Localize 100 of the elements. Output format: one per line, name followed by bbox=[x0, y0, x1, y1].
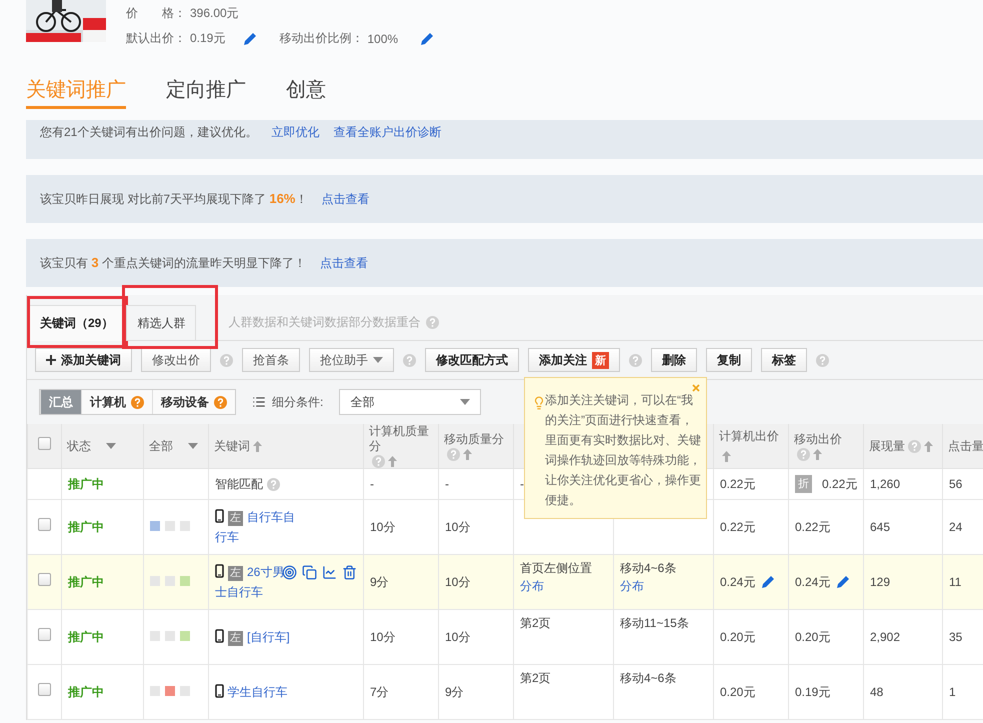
toolbar-button[interactable]: 标签 bbox=[761, 348, 807, 372]
tooltip-text: 添加关注关键词，可以在“我的关注”页面进行快速查看，里面更有实时数据比对、关键词操作轨迹回放等特殊功能，让你关注优化更省心，操作更便捷。 bbox=[545, 393, 701, 507]
segment-tab[interactable]: 移动设备 bbox=[152, 390, 235, 414]
help-icon[interactable] bbox=[403, 354, 416, 366]
clicks-value: 35 bbox=[949, 630, 962, 644]
caret-icon bbox=[188, 443, 198, 450]
impressions-value: 1,260 bbox=[870, 477, 900, 492]
toolbar-button[interactable]: 修改匹配方式 bbox=[425, 348, 519, 372]
checkbox[interactable] bbox=[38, 518, 51, 532]
plus-icon bbox=[46, 355, 56, 365]
keyword-link[interactable]: 左 [自行车] bbox=[215, 627, 295, 648]
pencil-icon[interactable] bbox=[243, 32, 258, 46]
help-icon[interactable] bbox=[214, 396, 227, 408]
toolbar-button[interactable]: 修改出价 bbox=[141, 348, 211, 372]
column-header: 展现量 bbox=[869, 438, 905, 456]
mobile-ratio-value: 100% bbox=[367, 32, 398, 46]
status-text: 推广中 bbox=[68, 685, 104, 700]
help-icon[interactable] bbox=[908, 440, 921, 453]
sort-arrow-icon[interactable] bbox=[813, 448, 822, 460]
help-icon[interactable] bbox=[426, 316, 440, 329]
rank-text: - bbox=[520, 476, 524, 494]
keyword-text: 智能匹配 bbox=[215, 476, 263, 494]
rank-text: 移动4~6条 bbox=[620, 560, 676, 578]
checkbox[interactable] bbox=[38, 573, 51, 586]
lightbulb-icon bbox=[532, 396, 546, 410]
toolbar-button[interactable]: 删除 bbox=[651, 348, 697, 372]
help-icon[interactable] bbox=[131, 396, 144, 408]
main-tab[interactable]: 定向推广 bbox=[166, 76, 246, 109]
close-icon[interactable] bbox=[692, 384, 700, 392]
help-icon[interactable] bbox=[629, 354, 642, 366]
add-keyword-button[interactable]: 添加关键词 bbox=[35, 348, 132, 372]
condition-label: 细分条件: bbox=[272, 394, 324, 410]
price-label: 价 格： bbox=[126, 5, 186, 22]
help-icon[interactable] bbox=[220, 354, 233, 366]
sort-arrow-icon[interactable] bbox=[253, 441, 262, 452]
position-badge: 左 bbox=[228, 511, 243, 526]
quality-score: 9分 bbox=[445, 685, 464, 700]
sort-arrow-icon[interactable] bbox=[388, 456, 397, 468]
pencil-icon[interactable] bbox=[761, 575, 776, 590]
phone-icon bbox=[215, 629, 224, 644]
segment-tab[interactable]: 计算机 bbox=[81, 390, 152, 414]
help-icon[interactable] bbox=[816, 354, 829, 366]
status-text: 推广中 bbox=[68, 630, 104, 644]
checkbox[interactable] bbox=[38, 628, 51, 642]
distribution-link[interactable]: 分布 bbox=[620, 579, 644, 594]
price-value: 396.00元 bbox=[190, 5, 239, 22]
status-text: 推广中 bbox=[68, 477, 104, 492]
sort-arrow-icon[interactable] bbox=[463, 448, 472, 460]
trash-icon[interactable] bbox=[342, 565, 357, 580]
caret-icon bbox=[460, 399, 470, 405]
bid-value: 0.22元 bbox=[822, 476, 858, 494]
column-header: 状态 bbox=[67, 438, 91, 456]
rank-text: 移动4~6条 bbox=[620, 670, 676, 688]
column-header: 计算机出价 bbox=[719, 429, 779, 444]
caret-icon bbox=[373, 357, 383, 363]
dropdown-button[interactable]: 抢位助手 bbox=[309, 348, 394, 372]
sub-tab[interactable]: 精选人群 bbox=[126, 305, 196, 341]
pencil-icon[interactable] bbox=[836, 575, 850, 590]
bid-value: 0.20元 bbox=[720, 629, 756, 646]
sub-tab[interactable]: 关键词（29） bbox=[29, 305, 124, 341]
keyword-link[interactable]: 学生自行车 bbox=[215, 682, 295, 702]
rank-text: 移动11~15条 bbox=[620, 615, 689, 632]
help-icon[interactable] bbox=[267, 478, 280, 491]
help-icon[interactable] bbox=[447, 448, 460, 461]
phone-icon bbox=[215, 564, 224, 578]
help-icon[interactable] bbox=[372, 455, 385, 468]
checkbox[interactable] bbox=[38, 437, 51, 450]
default-bid-value: 0.19元 bbox=[190, 30, 226, 47]
checkbox[interactable] bbox=[38, 683, 51, 696]
target-icon[interactable] bbox=[282, 565, 297, 580]
copy-icon[interactable] bbox=[302, 565, 317, 580]
toolbar-button[interactable]: 抢首条 bbox=[242, 348, 300, 372]
condition-select[interactable]: 全部 bbox=[339, 389, 482, 415]
bid-value: 0.20元 bbox=[720, 684, 756, 702]
main-tab[interactable]: 创意 bbox=[286, 76, 326, 109]
sort-arrow-icon[interactable] bbox=[924, 440, 933, 452]
chart-icon[interactable] bbox=[322, 565, 337, 580]
bid-value: 0.22元 bbox=[720, 519, 756, 536]
clicks-value: 24 bbox=[949, 520, 962, 534]
quality-score: - bbox=[370, 477, 374, 492]
clicks-value: 11 bbox=[949, 575, 962, 590]
distribution-link[interactable]: 分布 bbox=[520, 579, 544, 594]
quality-score: - bbox=[445, 477, 449, 492]
bid-value: 0.19元 bbox=[795, 684, 830, 702]
notice-link[interactable]: 点击查看 bbox=[320, 254, 368, 272]
follow-button[interactable]: 添加关注 新 bbox=[528, 348, 620, 372]
notice-link[interactable]: 点击查看 bbox=[321, 190, 370, 208]
rank-text: 第2页 bbox=[520, 670, 551, 688]
help-icon[interactable] bbox=[797, 448, 810, 461]
bid-value: 0.22元 bbox=[795, 519, 830, 536]
notice-link[interactable]: 立即优化 bbox=[271, 124, 320, 141]
bid-value: 0.24元 bbox=[720, 574, 756, 592]
notice-text: 该宝贝昨日展现 对比前7天平均展现下降了 16%！ bbox=[40, 190, 308, 208]
list-icon bbox=[252, 395, 266, 409]
sort-arrow-icon[interactable] bbox=[722, 451, 731, 462]
clicks-value: 1 bbox=[949, 685, 956, 700]
notice-link[interactable]: 查看全账户出价诊断 bbox=[333, 124, 442, 141]
toolbar-button[interactable]: 复制 bbox=[706, 348, 752, 372]
pencil-icon[interactable] bbox=[420, 32, 434, 46]
quality-score: 10分 bbox=[445, 630, 470, 644]
